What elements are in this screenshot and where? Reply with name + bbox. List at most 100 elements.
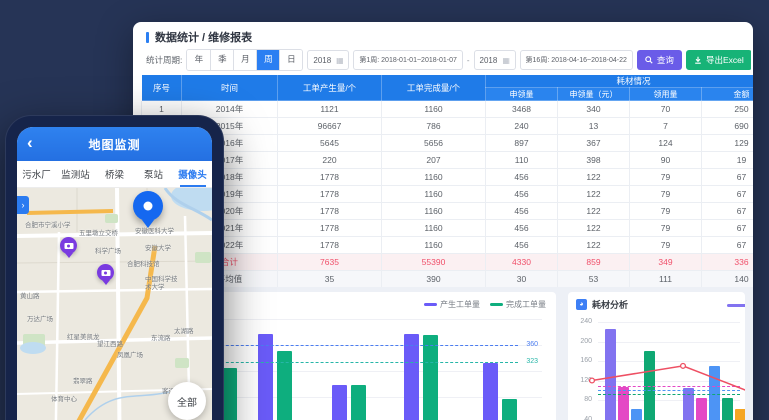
period-label: 统计周期: bbox=[146, 54, 182, 66]
col-header-created: 工单产生量/个 bbox=[278, 75, 382, 101]
cell-value: 110 bbox=[486, 152, 558, 169]
cell-value: 79 bbox=[630, 169, 702, 186]
legend-item: 完成工单量 bbox=[490, 299, 546, 310]
cell-value: 7635 bbox=[278, 254, 382, 271]
period-option-2[interactable]: 季 bbox=[210, 50, 233, 70]
cell-value: 67 bbox=[702, 186, 754, 203]
map-label: 望江西路 bbox=[97, 341, 123, 349]
cell-value: 456 bbox=[486, 220, 558, 237]
bar bbox=[332, 385, 347, 420]
bar bbox=[483, 363, 498, 420]
phone-tab[interactable]: 摄像头 bbox=[173, 161, 212, 187]
cell-value: 111 bbox=[630, 271, 702, 288]
end-year-value: 2018 bbox=[480, 56, 498, 65]
back-icon[interactable]: ‹ bbox=[27, 133, 33, 153]
cell-value: 122 bbox=[558, 220, 630, 237]
cell-value: 55390 bbox=[382, 254, 486, 271]
legend-pill bbox=[490, 303, 503, 306]
cell-value: 53 bbox=[558, 271, 630, 288]
phone-mockup: ‹ 地图监测 污水厂监测站桥梁泵站摄像头 bbox=[5, 115, 224, 420]
phone-tab[interactable]: 桥梁 bbox=[95, 161, 134, 187]
cell-value: 1778 bbox=[278, 169, 382, 186]
stage: 数据统计 / 维修报表 统计周期: 年季月周日 2018 ▦ 第1周: 2018… bbox=[0, 0, 769, 420]
sub-column-header: 申领量 bbox=[486, 88, 558, 101]
cell-value: 79 bbox=[630, 237, 702, 254]
camera-icon bbox=[101, 270, 110, 276]
sub-column-header: 申领量（元） bbox=[558, 88, 630, 101]
table-row: 12014年11211160346834070250 bbox=[142, 101, 754, 118]
cell-value: 349 bbox=[630, 254, 702, 271]
end-year-select[interactable]: 2018 ▦ bbox=[474, 50, 516, 70]
map-label: 科学广场 bbox=[95, 248, 121, 256]
dashboard-card: 数据统计 / 维修报表 统计周期: 年季月周日 2018 ▦ 第1周: 2018… bbox=[133, 22, 753, 420]
bar bbox=[423, 335, 438, 420]
cell-value: 1778 bbox=[278, 203, 382, 220]
cell-value: 67 bbox=[702, 203, 754, 220]
phone-tab[interactable]: 污水厂 bbox=[17, 161, 56, 187]
map-label: 凤凰广场 bbox=[117, 352, 143, 360]
chart-left-legend: 产生工单量完成工单量 bbox=[424, 299, 546, 310]
cell-value: 336 bbox=[702, 254, 754, 271]
phone-tab[interactable]: 监测站 bbox=[56, 161, 95, 187]
cell-value: 5656 bbox=[382, 135, 486, 152]
all-filter-button[interactable]: 全部 bbox=[168, 382, 206, 420]
bar bbox=[404, 334, 419, 420]
cell-value: 7 bbox=[630, 118, 702, 135]
export-excel-button[interactable]: 导出Excel bbox=[686, 50, 751, 70]
bar bbox=[258, 334, 273, 420]
cell-value: 13 bbox=[558, 118, 630, 135]
map-label: 合肥市宁溪小学 bbox=[25, 222, 71, 230]
phone-header: ‹ 地图监测 bbox=[17, 127, 212, 161]
cell-value: 240 bbox=[486, 118, 558, 135]
table-row: 42017年2202071103989019 bbox=[142, 152, 754, 169]
cell-value: 3468 bbox=[486, 101, 558, 118]
filter-row: 统计周期: 年季月周日 2018 ▦ 第1周: 2018-01-01~2018-… bbox=[146, 48, 751, 72]
period-option-1[interactable]: 年 bbox=[187, 50, 210, 70]
period-option-4[interactable]: 周 bbox=[256, 50, 279, 70]
total-row: 合计7635553904330859349336 bbox=[142, 254, 754, 271]
period-option-3[interactable]: 月 bbox=[233, 50, 256, 70]
cell-value: 122 bbox=[558, 203, 630, 220]
table-row: 62019年177811604561227967 bbox=[142, 186, 754, 203]
end-week-input[interactable]: 第16周: 2018-04-16~2018-04-22 bbox=[520, 50, 633, 70]
cell-value: 390 bbox=[382, 271, 486, 288]
map-label: 翡翠路 bbox=[73, 378, 93, 386]
sub-column-header: 领用量 bbox=[630, 88, 702, 101]
start-year-value: 2018 bbox=[313, 56, 331, 65]
table-row: 32016年56455656897367124129 bbox=[142, 135, 754, 152]
cell-value: 367 bbox=[558, 135, 630, 152]
map-label: 五里墩立交桥 bbox=[79, 230, 118, 238]
legend-text: 完成工单量 bbox=[506, 299, 546, 310]
cell-value: 4330 bbox=[486, 254, 558, 271]
start-year-select[interactable]: 2018 ▦ bbox=[307, 50, 349, 70]
col-header-time: 时间 bbox=[182, 75, 278, 101]
phone-title: 地图监测 bbox=[88, 136, 140, 153]
cell-value: 456 bbox=[486, 169, 558, 186]
start-week-input[interactable]: 第1周: 2018-01-01~2018-01-07 bbox=[353, 50, 462, 70]
map-label: 体育中心 bbox=[51, 396, 77, 404]
cell-value: 786 bbox=[382, 118, 486, 135]
expand-panel-icon[interactable]: › bbox=[17, 196, 29, 214]
phone-tab[interactable]: 泵站 bbox=[134, 161, 173, 187]
cell-value: 1160 bbox=[382, 169, 486, 186]
query-button[interactable]: 查询 bbox=[637, 50, 682, 70]
camera-pin[interactable] bbox=[60, 237, 77, 254]
cell-value: 5645 bbox=[278, 135, 382, 152]
table-row: 22015年96667786240137690 bbox=[142, 118, 754, 135]
reference-label: 323 bbox=[526, 358, 538, 366]
title-accent-bar bbox=[146, 32, 149, 43]
selected-camera-pin[interactable] bbox=[133, 191, 163, 221]
camera-pin[interactable] bbox=[97, 264, 114, 281]
camera-icon bbox=[64, 243, 73, 249]
map-label: 黄山路 bbox=[20, 293, 40, 301]
cell-value: 1160 bbox=[382, 203, 486, 220]
map-label: 合肥科技馆 bbox=[127, 261, 160, 269]
table-row: 82021年177811604561227967 bbox=[142, 220, 754, 237]
cell-value: 456 bbox=[486, 237, 558, 254]
cell-value: 122 bbox=[558, 169, 630, 186]
period-option-5[interactable]: 日 bbox=[279, 50, 302, 70]
map-view[interactable]: 合肥市宁溪小学五里墩立交桥安徽医科大学科学广场安徽大学合肥科技馆中国科学技术大学… bbox=[17, 188, 212, 420]
cell-value: 140 bbox=[702, 271, 754, 288]
map-label: 红星美凯龙 bbox=[67, 334, 100, 342]
cell-value: 96667 bbox=[278, 118, 382, 135]
